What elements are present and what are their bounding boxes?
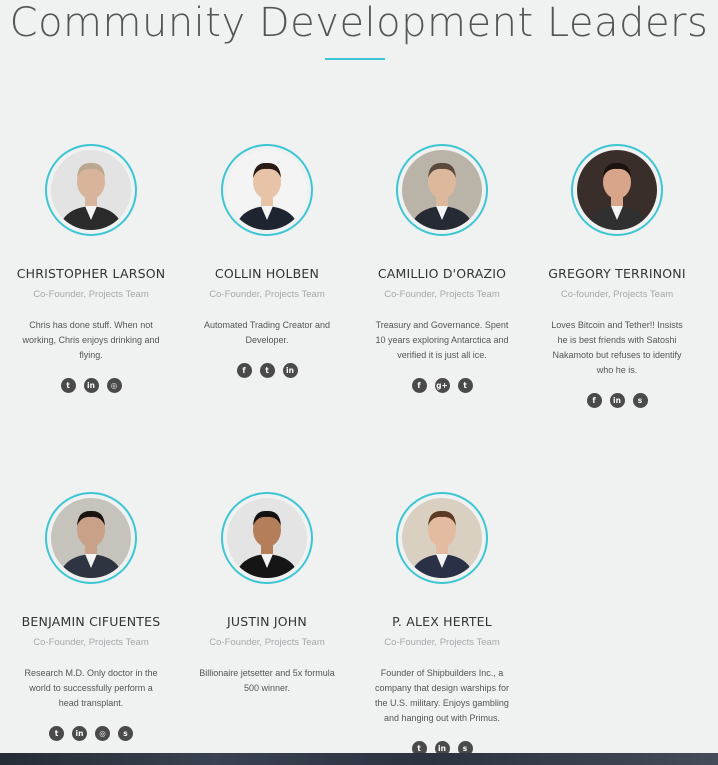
- facebook-icon[interactable]: f: [586, 393, 602, 408]
- member-bio: Founder of Shipbuilders Inc., a company …: [374, 668, 510, 723]
- avatar: [577, 150, 657, 230]
- twitter-icon[interactable]: t: [60, 378, 76, 393]
- instagram-icon[interactable]: ◎: [106, 378, 122, 393]
- team-member-card: JUSTIN JOHN Co-Founder, Projects Team Bi…: [182, 492, 352, 711]
- avatar-frame: [221, 144, 313, 236]
- team-page: Community Development Leaders CHRISTOPHE…: [0, 0, 718, 765]
- team-member-card: BENJAMIN CIFUENTES Co-Founder, Projects …: [6, 492, 176, 741]
- title-underline: [325, 58, 385, 60]
- linkedin-icon[interactable]: in: [72, 726, 87, 741]
- member-bio: Chris has done stuff. When not working, …: [22, 320, 160, 360]
- team-member-card: CAMILLIO D'ORAZIO Co-Founder, Projects T…: [357, 144, 527, 393]
- avatar-frame: [396, 492, 488, 584]
- skype-icon[interactable]: s: [118, 726, 133, 741]
- member-role: Co-Founder, Projects Team: [209, 289, 325, 300]
- team-member-card: P. ALEX HERTEL Co-Founder, Projects Team…: [357, 492, 527, 756]
- social-links: t in ◎: [6, 378, 176, 393]
- facebook-icon[interactable]: f: [411, 378, 427, 393]
- linkedin-icon[interactable]: in: [282, 363, 298, 378]
- member-role: Co-Founder, Projects Team: [33, 637, 149, 648]
- section-title: Community Development Leaders: [9, 0, 709, 46]
- member-role: Co-Founder, Projects Team: [209, 637, 325, 648]
- avatar: [402, 498, 482, 578]
- team-member-card: CHRISTOPHER LARSON Co-Founder, Projects …: [6, 144, 176, 393]
- twitter-icon[interactable]: t: [259, 363, 275, 378]
- avatar: [227, 498, 307, 578]
- member-bio: Loves Bitcoin and Tether!! Insists he is…: [551, 320, 683, 375]
- member-name: CHRISTOPHER LARSON: [16, 266, 166, 281]
- avatar-frame: [396, 144, 488, 236]
- avatar: [402, 150, 482, 230]
- social-links: t in ◎ s: [6, 726, 176, 741]
- google-plus-icon[interactable]: g+: [434, 378, 450, 393]
- footer-banner: [0, 753, 718, 765]
- social-links: f t in: [182, 363, 352, 378]
- avatar: [51, 150, 131, 230]
- member-role: Co-founder, Projects Team: [560, 289, 674, 300]
- twitter-icon[interactable]: t: [457, 378, 473, 393]
- member-bio: Automated Trading Creator and Developer.: [203, 320, 331, 345]
- linkedin-icon[interactable]: in: [609, 393, 625, 408]
- member-name: JUSTIN JOHN: [227, 614, 307, 629]
- team-member-card: COLLIN HOLBEN Co-Founder, Projects Team …: [182, 144, 352, 378]
- member-name: BENJAMIN CIFUENTES: [21, 614, 161, 629]
- avatar-frame: [45, 144, 137, 236]
- member-name: COLLIN HOLBEN: [214, 266, 320, 281]
- member-role: Co-Founder, Projects Team: [384, 637, 500, 648]
- avatar-frame: [45, 492, 137, 584]
- social-links: f in s: [532, 393, 702, 408]
- member-role: Co-Founder, Projects Team: [33, 289, 149, 300]
- skype-icon[interactable]: s: [632, 393, 648, 408]
- facebook-icon[interactable]: f: [236, 363, 252, 378]
- member-role: Co-Founder, Projects Team: [384, 289, 500, 300]
- member-bio: Billionaire jetsetter and 5x formula 500…: [199, 668, 335, 693]
- member-bio: Treasury and Governance. Spent 10 years …: [375, 320, 509, 360]
- avatar: [227, 150, 307, 230]
- member-bio: Research M.D. Only doctor in the world t…: [24, 668, 158, 708]
- avatar-frame: [221, 492, 313, 584]
- avatar-frame: [571, 144, 663, 236]
- member-name: CAMILLIO D'ORAZIO: [377, 266, 507, 281]
- social-links: f g+ t: [357, 378, 527, 393]
- linkedin-icon[interactable]: in: [83, 378, 99, 393]
- member-name: P. ALEX HERTEL: [392, 614, 492, 629]
- twitter-icon[interactable]: t: [49, 726, 64, 741]
- avatar: [51, 498, 131, 578]
- member-name: GREGORY TERRINONI: [548, 266, 686, 281]
- instagram-icon[interactable]: ◎: [95, 726, 110, 741]
- team-member-card: GREGORY TERRINONI Co-founder, Projects T…: [532, 144, 702, 408]
